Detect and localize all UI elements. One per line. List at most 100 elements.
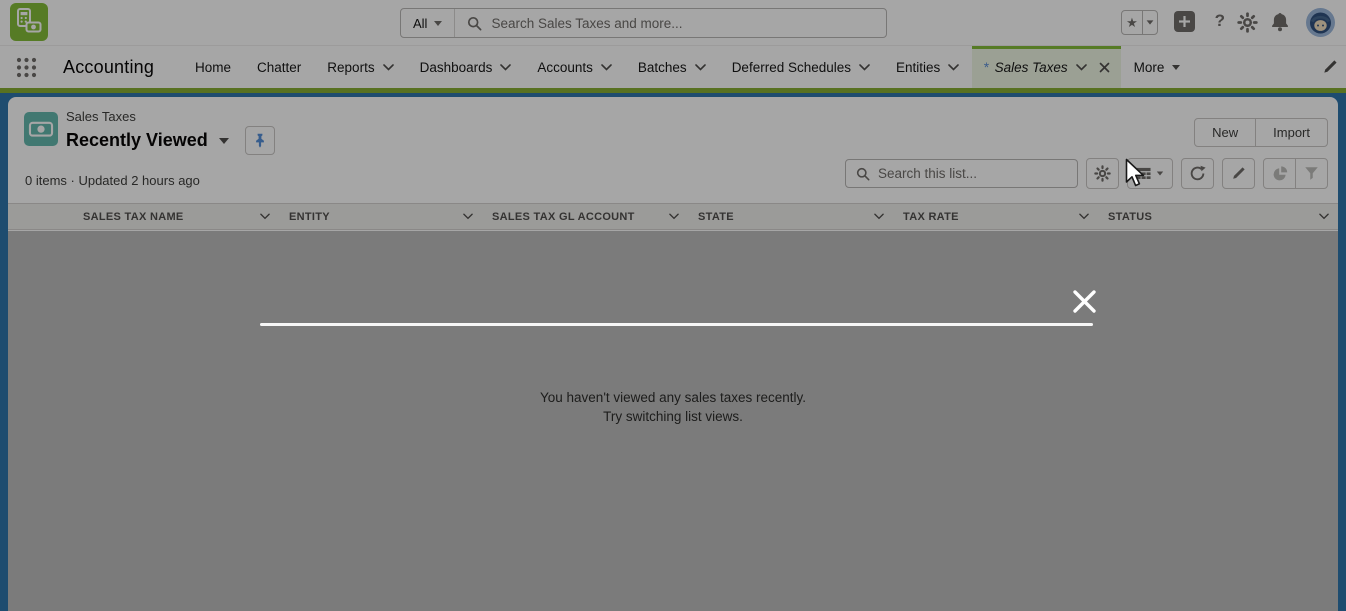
close-x-icon: [1071, 288, 1098, 315]
gear-icon: [1237, 12, 1258, 33]
title-block: Sales Taxes Recently Viewed: [66, 109, 275, 155]
tab-more[interactable]: More: [1121, 46, 1194, 89]
tab-home[interactable]: Home: [182, 46, 244, 89]
search-scope-dropdown[interactable]: All: [401, 9, 455, 37]
column-label: SALES TAX NAME: [83, 211, 184, 223]
notifications-button[interactable]: [1270, 11, 1290, 33]
favorites-button-group: ★: [1121, 10, 1158, 35]
chevron-down-icon: [500, 64, 511, 71]
app-logo[interactable]: [10, 3, 48, 41]
chevron-down-icon[interactable]: [1319, 213, 1329, 220]
bell-icon: [1270, 11, 1290, 33]
chevron-down-icon: [1147, 20, 1154, 24]
chevron-down-icon: [601, 64, 612, 71]
pushpin-icon: [253, 133, 267, 148]
pencil-icon: [1322, 59, 1338, 75]
tab-entities[interactable]: Entities: [883, 46, 972, 89]
global-header: All ★: [0, 0, 1346, 45]
new-button[interactable]: New: [1194, 118, 1256, 147]
tab-label: Sales Taxes: [995, 60, 1068, 75]
column-header-gl-account[interactable]: SALES TAX GL ACCOUNT: [482, 204, 688, 229]
column-header-tax-rate[interactable]: TAX RATE: [893, 204, 1098, 229]
chevron-down-icon: [434, 21, 442, 26]
nav-edit-button[interactable]: [1322, 59, 1338, 80]
table-header: SALES TAX NAME ENTITY SALES TAX GL ACCOU…: [8, 203, 1338, 230]
tab-batches[interactable]: Batches: [625, 46, 719, 89]
column-label: TAX RATE: [903, 211, 959, 223]
chevron-down-icon: [948, 64, 959, 71]
table-body: You haven't viewed any sales taxes recen…: [8, 230, 1338, 611]
list-search-input[interactable]: [878, 166, 1067, 181]
empty-state: You haven't viewed any sales taxes recen…: [8, 388, 1338, 426]
column-header-sales-tax-name[interactable]: SALES TAX NAME: [73, 204, 279, 229]
chevron-down-icon: [383, 64, 394, 71]
list-view-name[interactable]: Recently Viewed: [66, 130, 208, 151]
tab-label: Deferred Schedules: [732, 60, 851, 75]
caret-down-icon: [1172, 65, 1180, 70]
column-header-status[interactable]: STATUS: [1098, 204, 1338, 229]
charts-button[interactable]: [1263, 158, 1296, 189]
list-meta: 0 items · Updated 2 hours ago: [25, 173, 200, 188]
display-as-button[interactable]: [1127, 158, 1173, 189]
list-view-card: Sales Taxes Recently Viewed 0 items · Up…: [8, 97, 1338, 611]
app-nav-bar: Accounting Home Chatter Reports Dashboar…: [0, 45, 1346, 88]
chevron-down-icon[interactable]: [463, 213, 473, 220]
caret-down-icon: [1157, 172, 1163, 176]
chevron-down-icon[interactable]: [669, 213, 679, 220]
tab-chatter[interactable]: Chatter: [244, 46, 314, 89]
overlay-close-button[interactable]: [1071, 288, 1098, 320]
tab-label: Home: [195, 60, 231, 75]
quick-add-button[interactable]: [1173, 10, 1196, 33]
tab-sales-taxes-active[interactable]: * Sales Taxes: [972, 46, 1120, 89]
chevron-down-icon: [859, 64, 870, 71]
pin-list-view-button[interactable]: [245, 126, 275, 155]
app-launcher-button[interactable]: [16, 57, 37, 83]
help-button[interactable]: ?: [1215, 11, 1225, 31]
list-search-box: [845, 159, 1078, 188]
list-settings-button[interactable]: [1086, 158, 1119, 189]
close-icon: [1099, 62, 1110, 73]
tab-reports[interactable]: Reports: [314, 46, 406, 89]
avatar[interactable]: [1306, 8, 1335, 37]
import-button[interactable]: Import: [1255, 118, 1328, 147]
gear-icon: [1094, 165, 1111, 182]
column-label: ENTITY: [289, 211, 330, 223]
tab-dashboards[interactable]: Dashboards: [407, 46, 525, 89]
tab-label: More: [1134, 60, 1165, 75]
page-background: Sales Taxes Recently Viewed 0 items · Up…: [0, 93, 1346, 611]
chevron-down-icon[interactable]: [1079, 213, 1089, 220]
column-label: SALES TAX GL ACCOUNT: [492, 211, 635, 223]
tab-label: Reports: [327, 60, 374, 75]
refresh-button[interactable]: [1181, 158, 1214, 189]
chevron-down-icon[interactable]: [260, 213, 270, 220]
salesforce-screen: All ★: [0, 0, 1346, 611]
setup-button[interactable]: [1237, 12, 1258, 33]
magnifier-icon: [856, 167, 870, 181]
view-selector-caret[interactable]: [219, 138, 229, 144]
filter-button[interactable]: [1295, 158, 1328, 189]
empty-state-line1: You haven't viewed any sales taxes recen…: [8, 388, 1338, 407]
overlay-divider-line: [260, 323, 1093, 326]
pencil-icon: [1231, 166, 1246, 181]
chevron-down-icon: [695, 64, 706, 71]
tab-close-button[interactable]: [1099, 62, 1110, 73]
chevron-down-icon[interactable]: [874, 213, 884, 220]
list-controls: [845, 158, 1328, 189]
object-label: Sales Taxes: [66, 109, 275, 124]
chevron-down-icon: [1076, 64, 1087, 71]
checkbox-column-header: [8, 204, 73, 229]
star-icon[interactable]: ★: [1122, 11, 1143, 34]
nav-tabs: Home Chatter Reports Dashboards Accounts…: [182, 46, 1193, 89]
inline-edit-button[interactable]: [1222, 158, 1255, 189]
chart-filter-group: [1263, 158, 1328, 189]
tab-deferred-schedules[interactable]: Deferred Schedules: [719, 46, 883, 89]
column-header-state[interactable]: STATE: [688, 204, 893, 229]
empty-state-line2: Try switching list views.: [8, 407, 1338, 426]
tab-accounts[interactable]: Accounts: [524, 46, 625, 89]
unsaved-asterisk: *: [983, 60, 988, 75]
view-row: Recently Viewed: [66, 126, 275, 155]
favorites-caret-button[interactable]: [1143, 11, 1157, 34]
global-search-input[interactable]: [491, 16, 874, 31]
column-header-entity[interactable]: ENTITY: [279, 204, 482, 229]
magnifier-icon: [467, 16, 482, 31]
